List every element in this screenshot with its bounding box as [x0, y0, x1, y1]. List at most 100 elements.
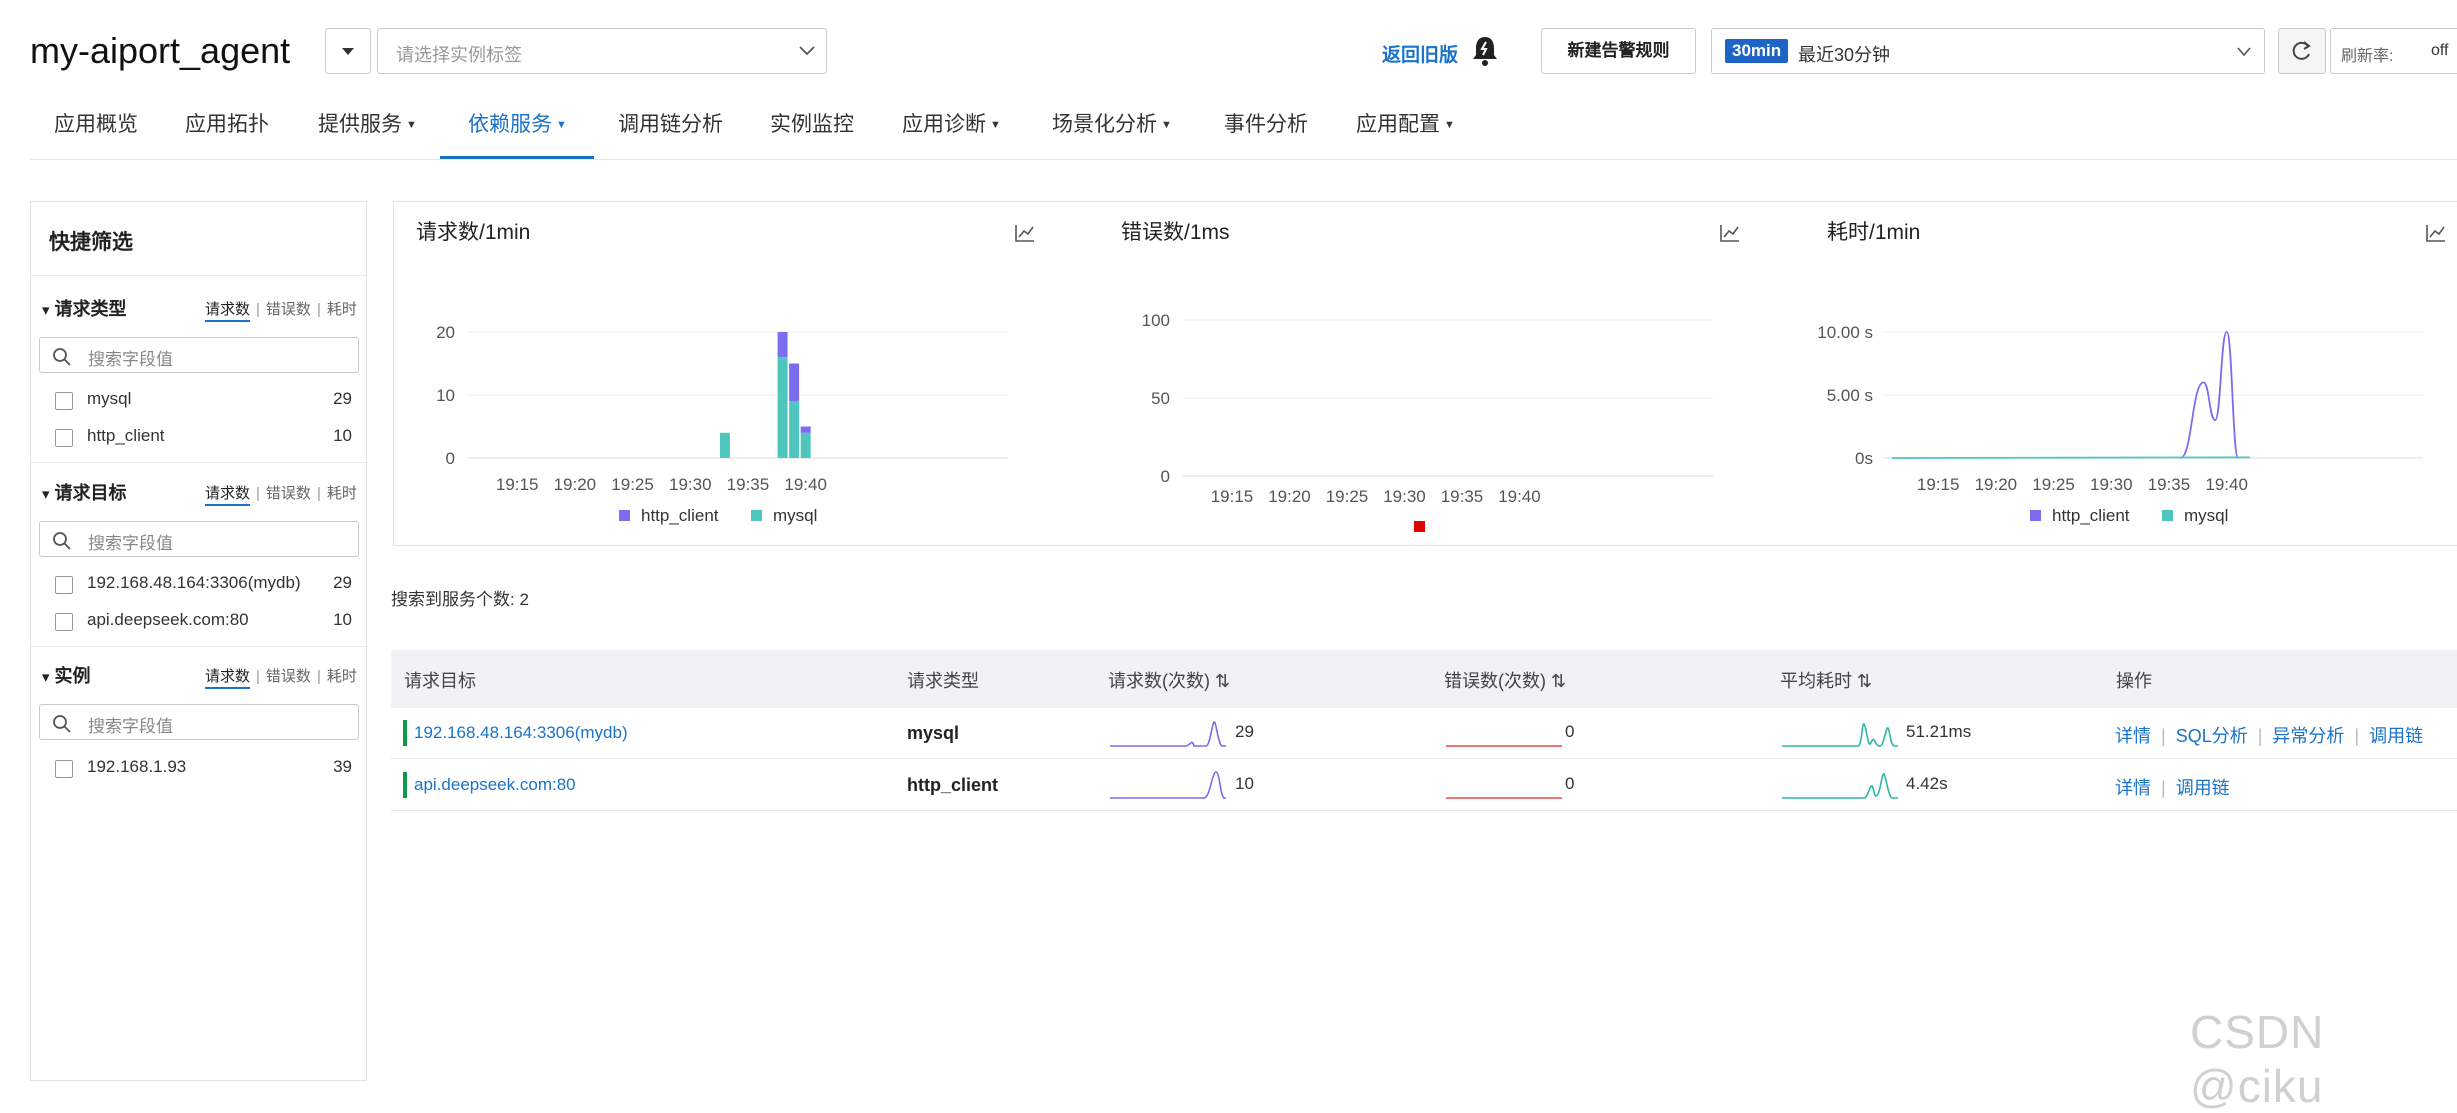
legend-swatch: [2162, 510, 2173, 521]
legend-label: http_client: [2052, 506, 2130, 525]
tab-app-diagnosis[interactable]: 应用诊断 ▼: [902, 108, 1001, 160]
request-type: mysql: [907, 723, 960, 743]
filter-group-instance[interactable]: ▾ 实例: [42, 662, 91, 688]
row-divider: [391, 810, 2457, 811]
back-to-old-version-link[interactable]: 返回旧版: [1382, 40, 1458, 67]
metric-tab-requests[interactable]: 请求数: [205, 485, 251, 506]
y-tick-label: 0s: [1855, 449, 1873, 468]
legend-label: http_client: [641, 506, 719, 525]
search-input[interactable]: 搜索字段值: [39, 337, 359, 373]
bar-http_client: [800, 426, 811, 433]
legend-swatch: [2030, 510, 2041, 521]
filter-group-request-type[interactable]: ▾ 请求类型: [42, 295, 127, 321]
x-tick-label: 19:20: [1975, 475, 2018, 494]
caret-down-icon: [342, 48, 354, 55]
x-tick-label: 19:40: [2205, 475, 2248, 494]
exception-analysis-link[interactable]: 异常分析: [2272, 726, 2344, 746]
request-count: 10: [1235, 774, 1254, 793]
checkbox[interactable]: [55, 429, 73, 447]
caret-down-icon: ▼: [1444, 119, 1455, 132]
filter-option-count: 29: [333, 389, 352, 408]
target-link[interactable]: api.deepseek.com:80: [414, 775, 576, 795]
detail-link[interactable]: 详情: [2115, 778, 2151, 798]
metric-tab-latency[interactable]: 耗时: [327, 301, 357, 318]
metric-tab-errors[interactable]: 错误数: [266, 301, 311, 318]
metric-tab-latency[interactable]: 耗时: [327, 485, 357, 502]
error-count: 0: [1565, 774, 1575, 793]
column-header-sortable[interactable]: 平均耗时 ⇅: [1780, 667, 1872, 693]
chevron-down-icon: ▾: [42, 669, 50, 686]
x-tick-label: 19:35: [1441, 487, 1484, 506]
y-tick-label: 5.00 s: [1827, 386, 1873, 405]
search-input[interactable]: 搜索字段值: [39, 704, 359, 740]
search-icon: [53, 348, 71, 366]
sql-analysis-link[interactable]: SQL分析: [2176, 726, 2248, 746]
legend-label: mysql: [2184, 506, 2228, 525]
row-divider: [391, 758, 2457, 759]
latency-sparkline: [1782, 773, 1898, 799]
y-tick-label: 100: [1142, 311, 1170, 330]
target-link[interactable]: 192.168.48.164:3306(mydb): [414, 723, 628, 743]
tab-dependent-services[interactable]: 依赖服务 ▼: [468, 108, 567, 160]
checkbox[interactable]: [55, 576, 73, 594]
column-header-sortable[interactable]: 错误数(次数) ⇅: [1444, 667, 1566, 693]
avg-latency: 51.21ms: [1906, 722, 1972, 741]
checkbox[interactable]: [55, 613, 73, 631]
instance-dropdown-toggle[interactable]: [325, 28, 371, 74]
metric-tabs: 请求数 | 错误数 | 耗时: [205, 482, 357, 506]
tab-provided-services[interactable]: 提供服务 ▼: [318, 108, 417, 160]
refresh-rate-select[interactable]: 刷新率: off: [2330, 28, 2457, 74]
x-tick-label: 19:15: [1917, 475, 1960, 494]
new-alert-rule-button[interactable]: 新建告警规则: [1541, 28, 1696, 74]
y-tick-label: 20: [436, 323, 455, 342]
bar-mysql: [719, 432, 730, 458]
metric-tab-errors[interactable]: 错误数: [266, 485, 311, 502]
tab-instance-monitor[interactable]: 实例监控: [770, 108, 854, 160]
row-actions: 详情 | 调用链: [2115, 778, 2230, 798]
tab-topology[interactable]: 应用拓扑: [185, 108, 269, 160]
time-range-select[interactable]: 30min 最近30分钟: [1711, 28, 2265, 74]
x-tick-label: 19:35: [2148, 475, 2191, 494]
divider: [31, 275, 366, 276]
metric-tab-errors[interactable]: 错误数: [266, 668, 311, 685]
instance-tag-select[interactable]: 请选择实例标签: [377, 28, 827, 74]
search-icon: [53, 715, 71, 733]
caret-down-icon: ▼: [406, 119, 417, 132]
checkbox[interactable]: [55, 392, 73, 410]
caret-down-icon: ▼: [990, 119, 1001, 132]
notification-bell-icon[interactable]: [1470, 34, 1500, 73]
time-range-badge: 30min: [1725, 39, 1789, 63]
refresh-button[interactable]: [2278, 28, 2326, 74]
tab-app-config[interactable]: 应用配置 ▼: [1356, 108, 1455, 160]
tab-scenario-analysis[interactable]: 场景化分析 ▼: [1052, 108, 1172, 160]
chevron-down-icon: ▾: [42, 302, 50, 319]
trace-link[interactable]: 调用链: [2176, 778, 2230, 798]
chevron-down-icon: [799, 46, 815, 56]
filter-option-label: api.deepseek.com:80: [87, 610, 249, 629]
quick-filter-title: 快捷筛选: [49, 231, 133, 254]
caret-down-icon: ▼: [1161, 119, 1172, 132]
metric-tab-requests[interactable]: 请求数: [205, 301, 251, 322]
column-header: 请求类型: [907, 671, 979, 691]
tab-trace-analysis[interactable]: 调用链分析: [618, 108, 723, 160]
tab-overview[interactable]: 应用概览: [54, 108, 138, 160]
latency-sparkline: [1782, 723, 1898, 747]
x-tick-label: 19:25: [2032, 475, 2075, 494]
chart-legend: http_client mysql: [619, 506, 817, 525]
metric-tab-latency[interactable]: 耗时: [327, 668, 357, 685]
chart-type-icon: [2426, 225, 2445, 242]
filter-group-request-target[interactable]: ▾ 请求目标: [42, 479, 127, 505]
x-tick-label: 19:20: [554, 475, 597, 494]
tab-event-analysis[interactable]: 事件分析: [1224, 108, 1308, 160]
trace-link[interactable]: 调用链: [2369, 726, 2423, 746]
checkbox[interactable]: [55, 760, 73, 778]
column-header-sortable[interactable]: 请求数(次数) ⇅: [1108, 667, 1230, 693]
detail-link[interactable]: 详情: [2115, 726, 2151, 746]
legend-swatch: [619, 510, 630, 521]
search-input[interactable]: 搜索字段值: [39, 521, 359, 557]
metric-tab-requests[interactable]: 请求数: [205, 668, 251, 689]
errors-sparkline: [1446, 797, 1562, 799]
bar-mysql: [800, 432, 811, 458]
column-header: 操作: [2116, 671, 2152, 691]
bar-mysql: [777, 357, 788, 458]
